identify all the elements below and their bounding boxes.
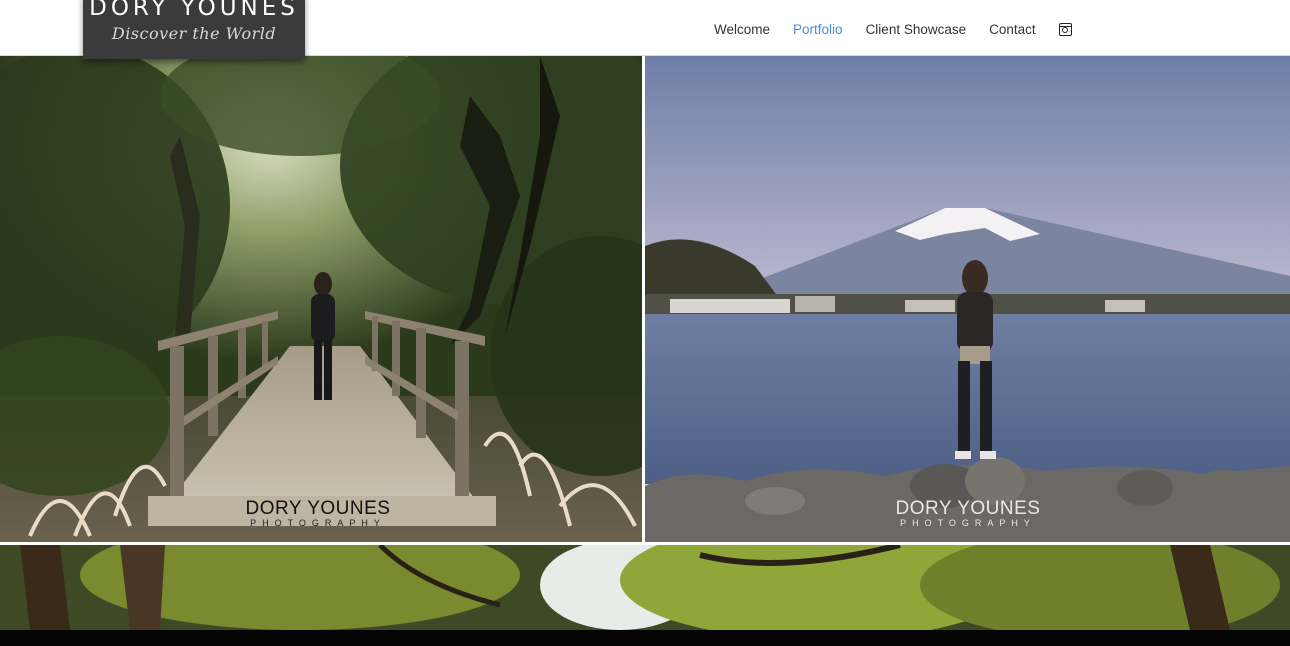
watermark-name: DORY YOUNES [245, 498, 391, 519]
gallery-photo-mount-fuji[interactable]: DORY YOUNES PHOTOGRAPHY [645, 56, 1290, 542]
mount-fuji-image [645, 56, 1290, 542]
site-logo[interactable]: DORY YOUNES Discover the World [83, 0, 305, 59]
photo-watermark: DORY YOUNES PHOTOGRAPHY [868, 498, 1068, 528]
photo-watermark: DORY YOUNES PHOTOGRAPHY [218, 498, 418, 528]
logo-tagline: Discover the World [111, 24, 277, 43]
nav-portfolio[interactable]: Portfolio [793, 22, 843, 37]
watermark-name: DORY YOUNES [895, 498, 1041, 519]
tree-canopy-image [0, 545, 1290, 630]
nav-contact[interactable]: Contact [989, 22, 1036, 37]
nav-client-showcase[interactable]: Client Showcase [866, 22, 967, 37]
nav-welcome[interactable]: Welcome [714, 22, 770, 37]
forest-bridge-image [0, 56, 642, 542]
instagram-icon[interactable] [1058, 23, 1072, 36]
page-bottom-bar [0, 630, 1290, 646]
logo-name: DORY YOUNES [89, 0, 299, 21]
main-nav: Welcome Portfolio Client Showcase Contac… [714, 22, 1072, 37]
gallery-photo-forest-bridge[interactable]: DORY YOUNES PHOTOGRAPHY [0, 56, 642, 542]
gallery-photo-tree-canopy[interactable] [0, 545, 1290, 630]
